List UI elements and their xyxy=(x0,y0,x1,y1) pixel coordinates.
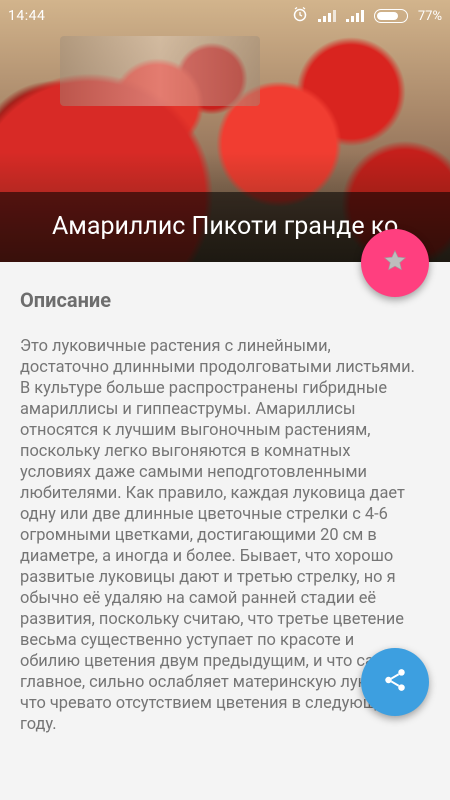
status-time: 14:44 xyxy=(8,8,46,24)
share-button[interactable] xyxy=(361,648,429,716)
battery-level xyxy=(376,12,398,20)
section-title: Описание xyxy=(20,288,112,312)
status-bar: 14:44 77% xyxy=(0,0,450,32)
window-background xyxy=(60,36,260,106)
share-icon xyxy=(382,667,408,697)
signal-icon xyxy=(345,10,364,22)
alarm-icon xyxy=(292,6,308,26)
battery-percent: 77% xyxy=(417,8,442,24)
star-icon xyxy=(382,248,408,278)
description-text: Это луковичные растения с линейными, дос… xyxy=(20,337,415,734)
content-area: Описание Это луковичные растения с линей… xyxy=(0,262,450,800)
page-title: Амариллис Пикоти гранде ко xyxy=(52,212,399,241)
battery-icon xyxy=(373,9,408,23)
signal-icon xyxy=(317,10,336,22)
header-image: Амариллис Пикоти гранде ко xyxy=(0,0,450,262)
favorite-button[interactable] xyxy=(361,229,429,297)
status-icons: 77% xyxy=(292,6,442,26)
